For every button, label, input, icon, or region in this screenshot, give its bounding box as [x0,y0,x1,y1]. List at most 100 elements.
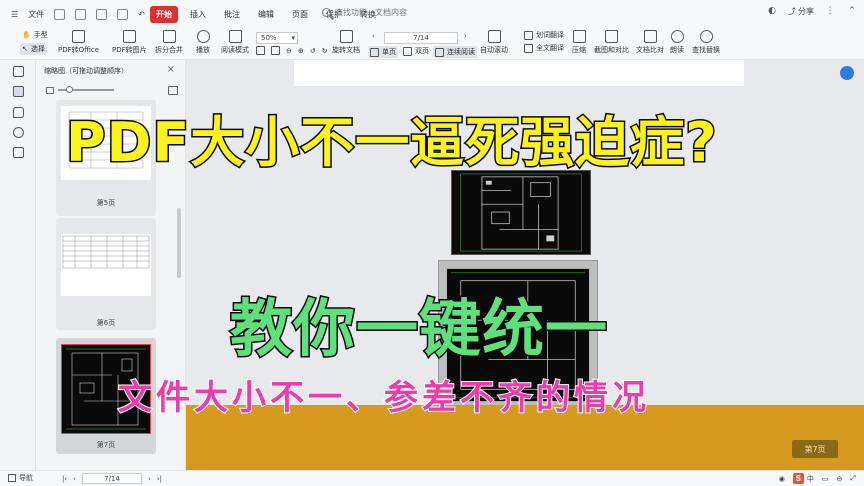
page-number-value: 7/14 [413,34,429,42]
ime-label: 中 [806,474,814,483]
thumbnail-label: 第6页 [96,319,116,327]
fit-page-icon[interactable] [271,46,280,55]
screenshot-compare-button[interactable]: 截图和对比 [594,30,629,55]
tab-annotate[interactable]: 批注 [218,6,246,23]
thumbnail-label: 第5页 [96,199,116,207]
play-label: 播放 [196,46,210,54]
comment-icon[interactable] [13,107,24,118]
caption-text: 文件大小不一、参差不齐的情况 [117,377,650,419]
rotate-right-icon[interactable]: ↻ [322,47,328,55]
attachment-icon[interactable] [13,127,24,138]
zoom-in-icon[interactable]: ⊕ [298,47,304,55]
single-page-button[interactable]: 单页 [368,46,398,58]
panel-toggle-icon[interactable] [13,66,24,77]
eye-icon[interactable]: ◉ [779,475,785,483]
continuous-icon [435,47,444,57]
next-page-icon[interactable]: › [148,475,151,483]
rotate-doc-label: 旋转文档 [332,46,360,54]
prev-page-icon[interactable]: ‹ [372,32,375,40]
file-menu[interactable]: 文件 [25,9,47,20]
split-merge-button[interactable]: 拆分合并 [155,30,183,55]
navigation-label: 导航 [19,474,33,482]
tab-edit[interactable]: 编辑 [252,6,280,23]
fit-page-icon[interactable]: ▭ [822,475,829,483]
full-translate-button[interactable]: 全文翻译 [524,43,564,53]
navigation-toggle[interactable]: 导航 [8,473,33,483]
continuous-read-button[interactable]: 连续阅读 [433,46,477,58]
pdf-to-image-button[interactable]: PDF转图片 [112,30,147,55]
small-image-icon [46,86,54,94]
read-aloud-button[interactable]: 朗读 [670,30,684,55]
export-icon[interactable] [117,8,129,20]
select-tool[interactable]: ↖ 选择 [20,43,47,55]
cursor-icon: ↖ [22,45,28,53]
split-merge-label: 拆分合并 [155,46,183,54]
open-icon[interactable] [75,8,87,20]
skin-icon[interactable]: ◐ [766,5,778,17]
page-navigator: |‹ ‹ 7/14 › ›| [62,473,162,484]
compress-button[interactable]: 压缩 [572,30,586,55]
pdf-to-office-button[interactable]: PDF转Office [58,30,99,55]
pdf-office-icon [72,30,86,43]
find-replace-button[interactable]: 查找替换 [692,30,720,55]
single-page-icon [370,47,379,57]
prev-page-icon[interactable]: ‹ [73,475,76,483]
first-page-icon[interactable]: |‹ [62,475,67,483]
thumbnail-icon[interactable] [13,86,24,97]
tab-start[interactable]: 开始 [150,6,178,23]
more-icon[interactable]: ⋮ [824,5,836,17]
tab-insert[interactable]: 插入 [184,6,212,23]
doc-compare-button[interactable]: 文档比对 [636,30,664,55]
hand-tool[interactable]: ✋ 手型 [22,30,48,40]
double-page-button[interactable]: 双页 [403,46,429,56]
status-page-input[interactable]: 7/14 [81,473,142,484]
last-page-icon[interactable]: ›| [157,475,162,483]
thumbnail-scrollbar[interactable] [177,208,181,278]
ai-assistant-icon[interactable] [840,66,854,80]
rotate-doc-button[interactable]: 旋转文档 [332,30,360,55]
thumbnail-size-slider[interactable] [46,84,178,96]
ime-tray[interactable]: S 中 [792,473,814,484]
split-merge-icon [162,30,176,43]
next-page-icon[interactable]: › [464,32,467,40]
play-button[interactable]: 播放 [196,30,210,55]
undo-icon[interactable]: ↶ [135,10,148,19]
thumbnail-page-6[interactable]: 第6页 [56,218,156,330]
double-page-icon [403,46,412,56]
save-icon[interactable] [54,8,66,20]
compress-label: 压缩 [572,46,586,54]
tab-page[interactable]: 页面 [286,6,314,23]
close-icon[interactable]: × [167,64,175,75]
select-label: 选择 [30,45,45,53]
thumbnail-panel-title: 缩略图（可拖动调整顺序） [44,67,128,75]
slider-knob[interactable] [66,86,73,93]
slider-track[interactable] [58,86,114,93]
rotate-left-icon[interactable]: ↺ [310,47,316,55]
page-number-input[interactable]: 7/14 [384,32,458,44]
page-indicator: 第7页 [792,440,838,458]
zoom-out-icon[interactable]: ⊖ [837,475,843,483]
hamburger-menu-icon[interactable]: ☰ [8,10,21,19]
share-icon: ⤴ [788,6,796,16]
zoom-out-icon[interactable]: ⊖ [286,47,292,55]
status-bar: 导航 |‹ ‹ 7/14 › ›| ◉ S 中 ▭ ⊖ ⤢ [0,470,864,486]
word-translate-button[interactable]: 划词翻译 [524,30,564,40]
print-icon[interactable] [96,8,108,20]
navigation-icon [8,474,16,482]
read-mode-button[interactable]: 阅读模式 [221,30,249,55]
actual-size-icon[interactable] [256,46,265,55]
search-box[interactable]: 查找功能、文档内容 [322,7,407,18]
hand-label: 手型 [33,31,48,39]
expand-icon[interactable]: ⌃ [846,5,858,17]
speaker-icon [670,30,684,43]
auto-scroll-button[interactable]: 自动滚动 [480,30,508,55]
thumbnail-image [61,234,151,296]
translate-icon [524,30,533,40]
auto-scroll-icon [487,30,501,43]
zoom-select[interactable]: 50% ▾ [256,32,298,44]
status-right-tools: ◉ S 中 ▭ ⊖ ⤢ [779,473,856,484]
word-translate-label: 划词翻译 [536,31,564,39]
fullscreen-icon[interactable]: ⤢ [850,474,856,483]
signature-icon[interactable] [13,147,24,158]
share-button[interactable]: ⤴ 分享 [788,6,814,17]
